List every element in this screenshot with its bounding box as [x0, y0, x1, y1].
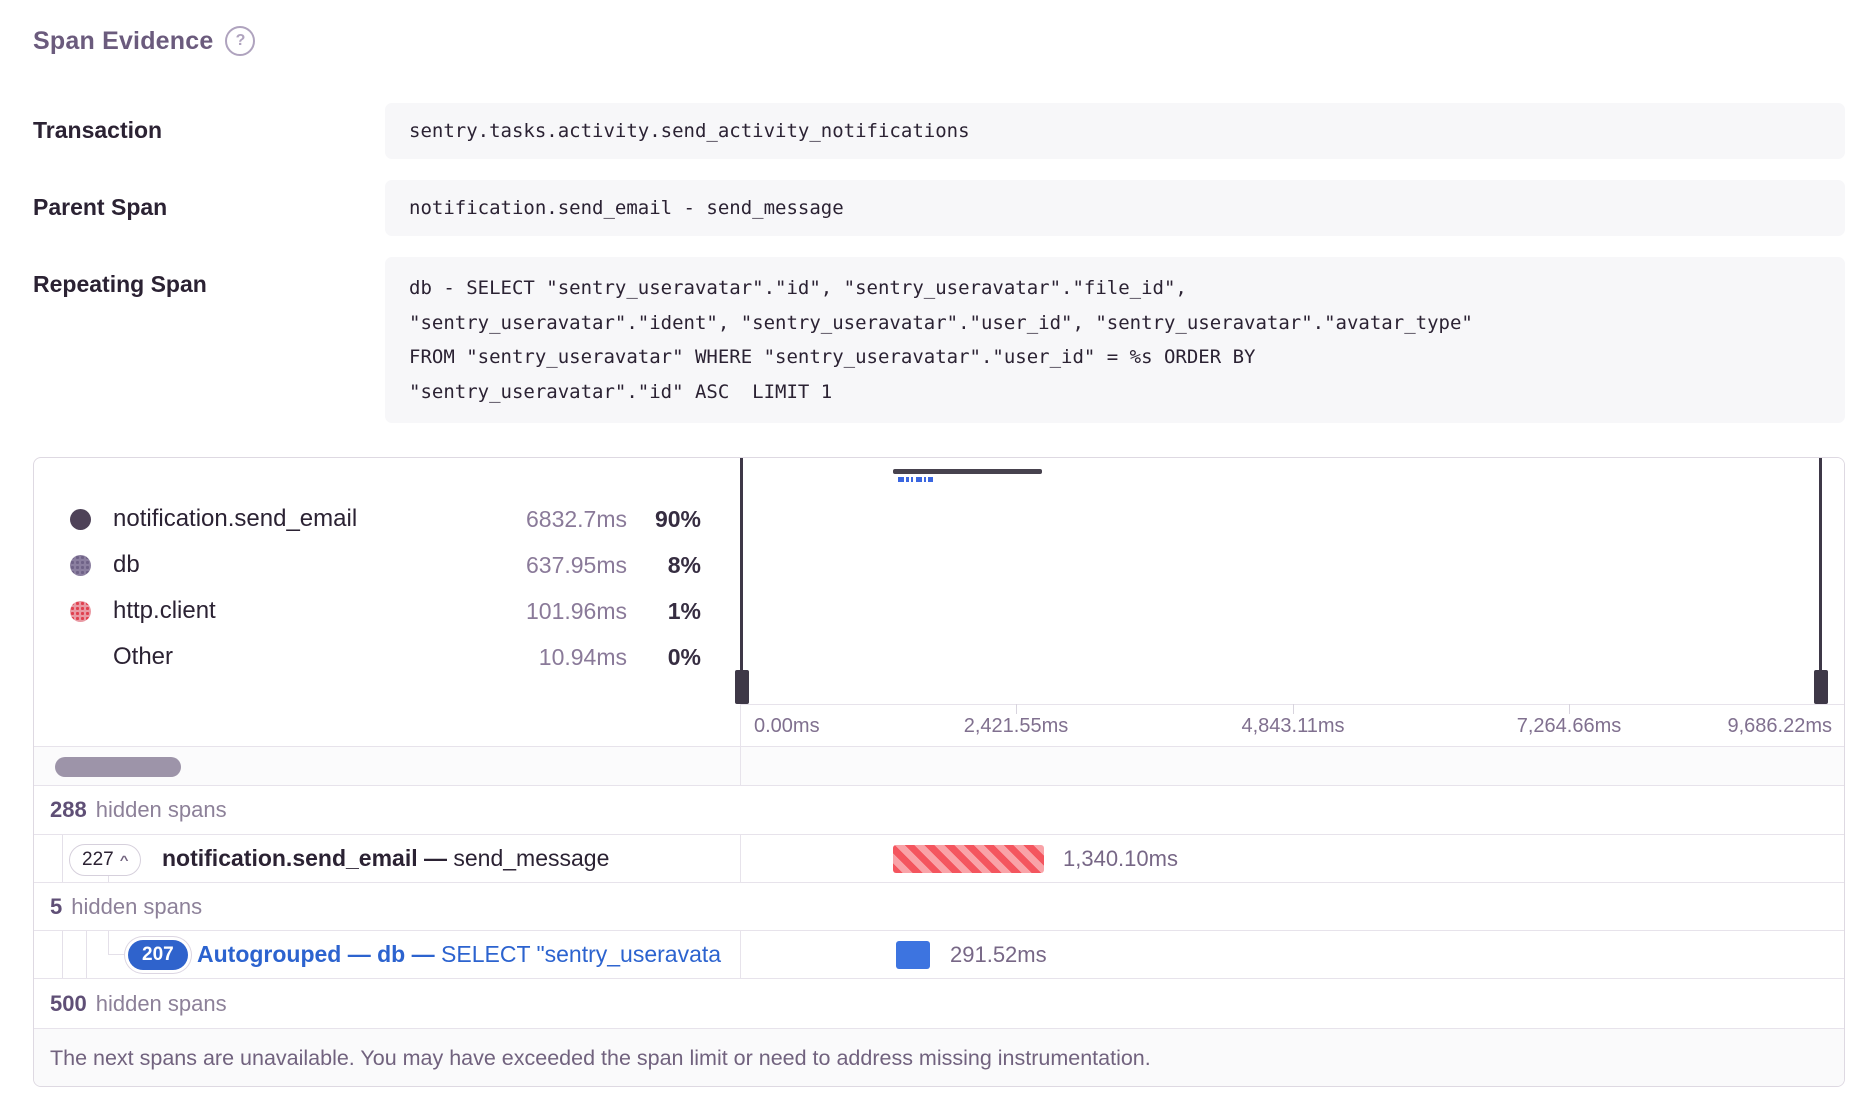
span-evidence-page: Span Evidence ? Transaction sentry.tasks… [0, 0, 1852, 1116]
op-color-dot [70, 509, 91, 530]
hidden-spans-row[interactable]: 5 hidden spans [34, 882, 1845, 930]
minimap-left-handle[interactable] [740, 458, 743, 704]
span-limit-message: The next spans are unavailable. You may … [50, 1046, 1151, 1071]
minimap-span-dash [916, 477, 922, 482]
hidden-spans-row[interactable]: 288 hidden spans [34, 785, 1845, 834]
axis-tick [1569, 704, 1570, 714]
autogroup-count-pill[interactable]: 207 [128, 940, 188, 970]
span-tree-panel: notification.send_email 6832.7ms 90% db … [33, 457, 1845, 1087]
minimap-right-grip[interactable] [1814, 670, 1828, 704]
minimap-span-dash [906, 477, 909, 482]
legend-item: http.client 101.96ms 1% [34, 588, 740, 634]
span-limit-message-row: The next spans are unavailable. You may … [34, 1028, 1845, 1087]
axis-tick [1293, 704, 1294, 714]
repeating-span-value: db - SELECT "sentry_useravatar"."id", "s… [385, 257, 1845, 423]
page-title: Span Evidence [33, 27, 213, 56]
minimap-span-dash [911, 477, 913, 482]
hidden-span-count: 500 [50, 991, 87, 1017]
axis-label: 9,686.22ms [1727, 715, 1832, 738]
span-row-autogroup[interactable]: 207 Autogrouped — db — SELECT "sentry_us… [34, 930, 1845, 978]
help-icon[interactable]: ? [225, 26, 255, 56]
ops-breakdown-legend: notification.send_email 6832.7ms 90% db … [34, 458, 740, 746]
minimap-span-dash [928, 477, 933, 482]
parent-span-label: Parent Span [33, 194, 167, 221]
axis-label: 0.00ms [754, 715, 820, 738]
hidden-span-count: 288 [50, 797, 87, 823]
legend-item: notification.send_email 6832.7ms 90% [34, 496, 740, 542]
repeating-span-label: Repeating Span [33, 271, 207, 298]
time-axis: 0.00ms 2,421.55ms 4,843.11ms 7,264.66ms … [740, 704, 1845, 746]
legend-item: Other 10.94ms 0% [34, 634, 740, 680]
parent-span-value: notification.send_email - send_message [385, 180, 1845, 236]
span-row-parent[interactable]: 227 ^ notification.send_email — send_mes… [34, 834, 1845, 882]
span-description: notification.send_email — send_message [162, 835, 737, 882]
tree-scrollbar-row [34, 746, 1845, 785]
transaction-value: sentry.tasks.activity.send_activity_noti… [385, 103, 1845, 159]
span-duration-bar-blue[interactable] [896, 941, 930, 969]
chevron-up-icon: ^ [120, 853, 129, 867]
axis-tick [1016, 704, 1017, 714]
op-color-dot [70, 555, 91, 576]
section-header: Span Evidence ? [33, 26, 255, 56]
hidden-span-count: 5 [50, 894, 62, 920]
minimap-span-dash [924, 477, 926, 482]
minimap-left-grip[interactable] [735, 670, 749, 704]
minimap-span-dash [898, 477, 904, 482]
hidden-spans-row[interactable]: 500 hidden spans [34, 978, 1845, 1028]
axis-label: 7,264.66ms [1517, 715, 1622, 738]
op-color-dot [70, 601, 91, 622]
legend-item: db 637.95ms 8% [34, 542, 740, 588]
axis-label: 4,843.11ms [1241, 715, 1344, 738]
span-count-pill[interactable]: 227 ^ [69, 844, 141, 876]
minimap-span-bar [893, 469, 1042, 474]
span-duration-label: 291.52ms [950, 942, 1047, 968]
transaction-label: Transaction [33, 117, 162, 144]
minimap-right-handle[interactable] [1819, 458, 1822, 704]
horizontal-scrollbar-thumb[interactable] [55, 757, 181, 777]
trace-minimap[interactable] [740, 458, 1845, 705]
axis-label: 2,421.55ms [964, 715, 1069, 738]
autogroup-description[interactable]: Autogrouped — db — SELECT "sentry_userav… [197, 931, 740, 978]
span-duration-bar-striped[interactable] [893, 845, 1044, 873]
span-duration-label: 1,340.10ms [1063, 846, 1178, 872]
